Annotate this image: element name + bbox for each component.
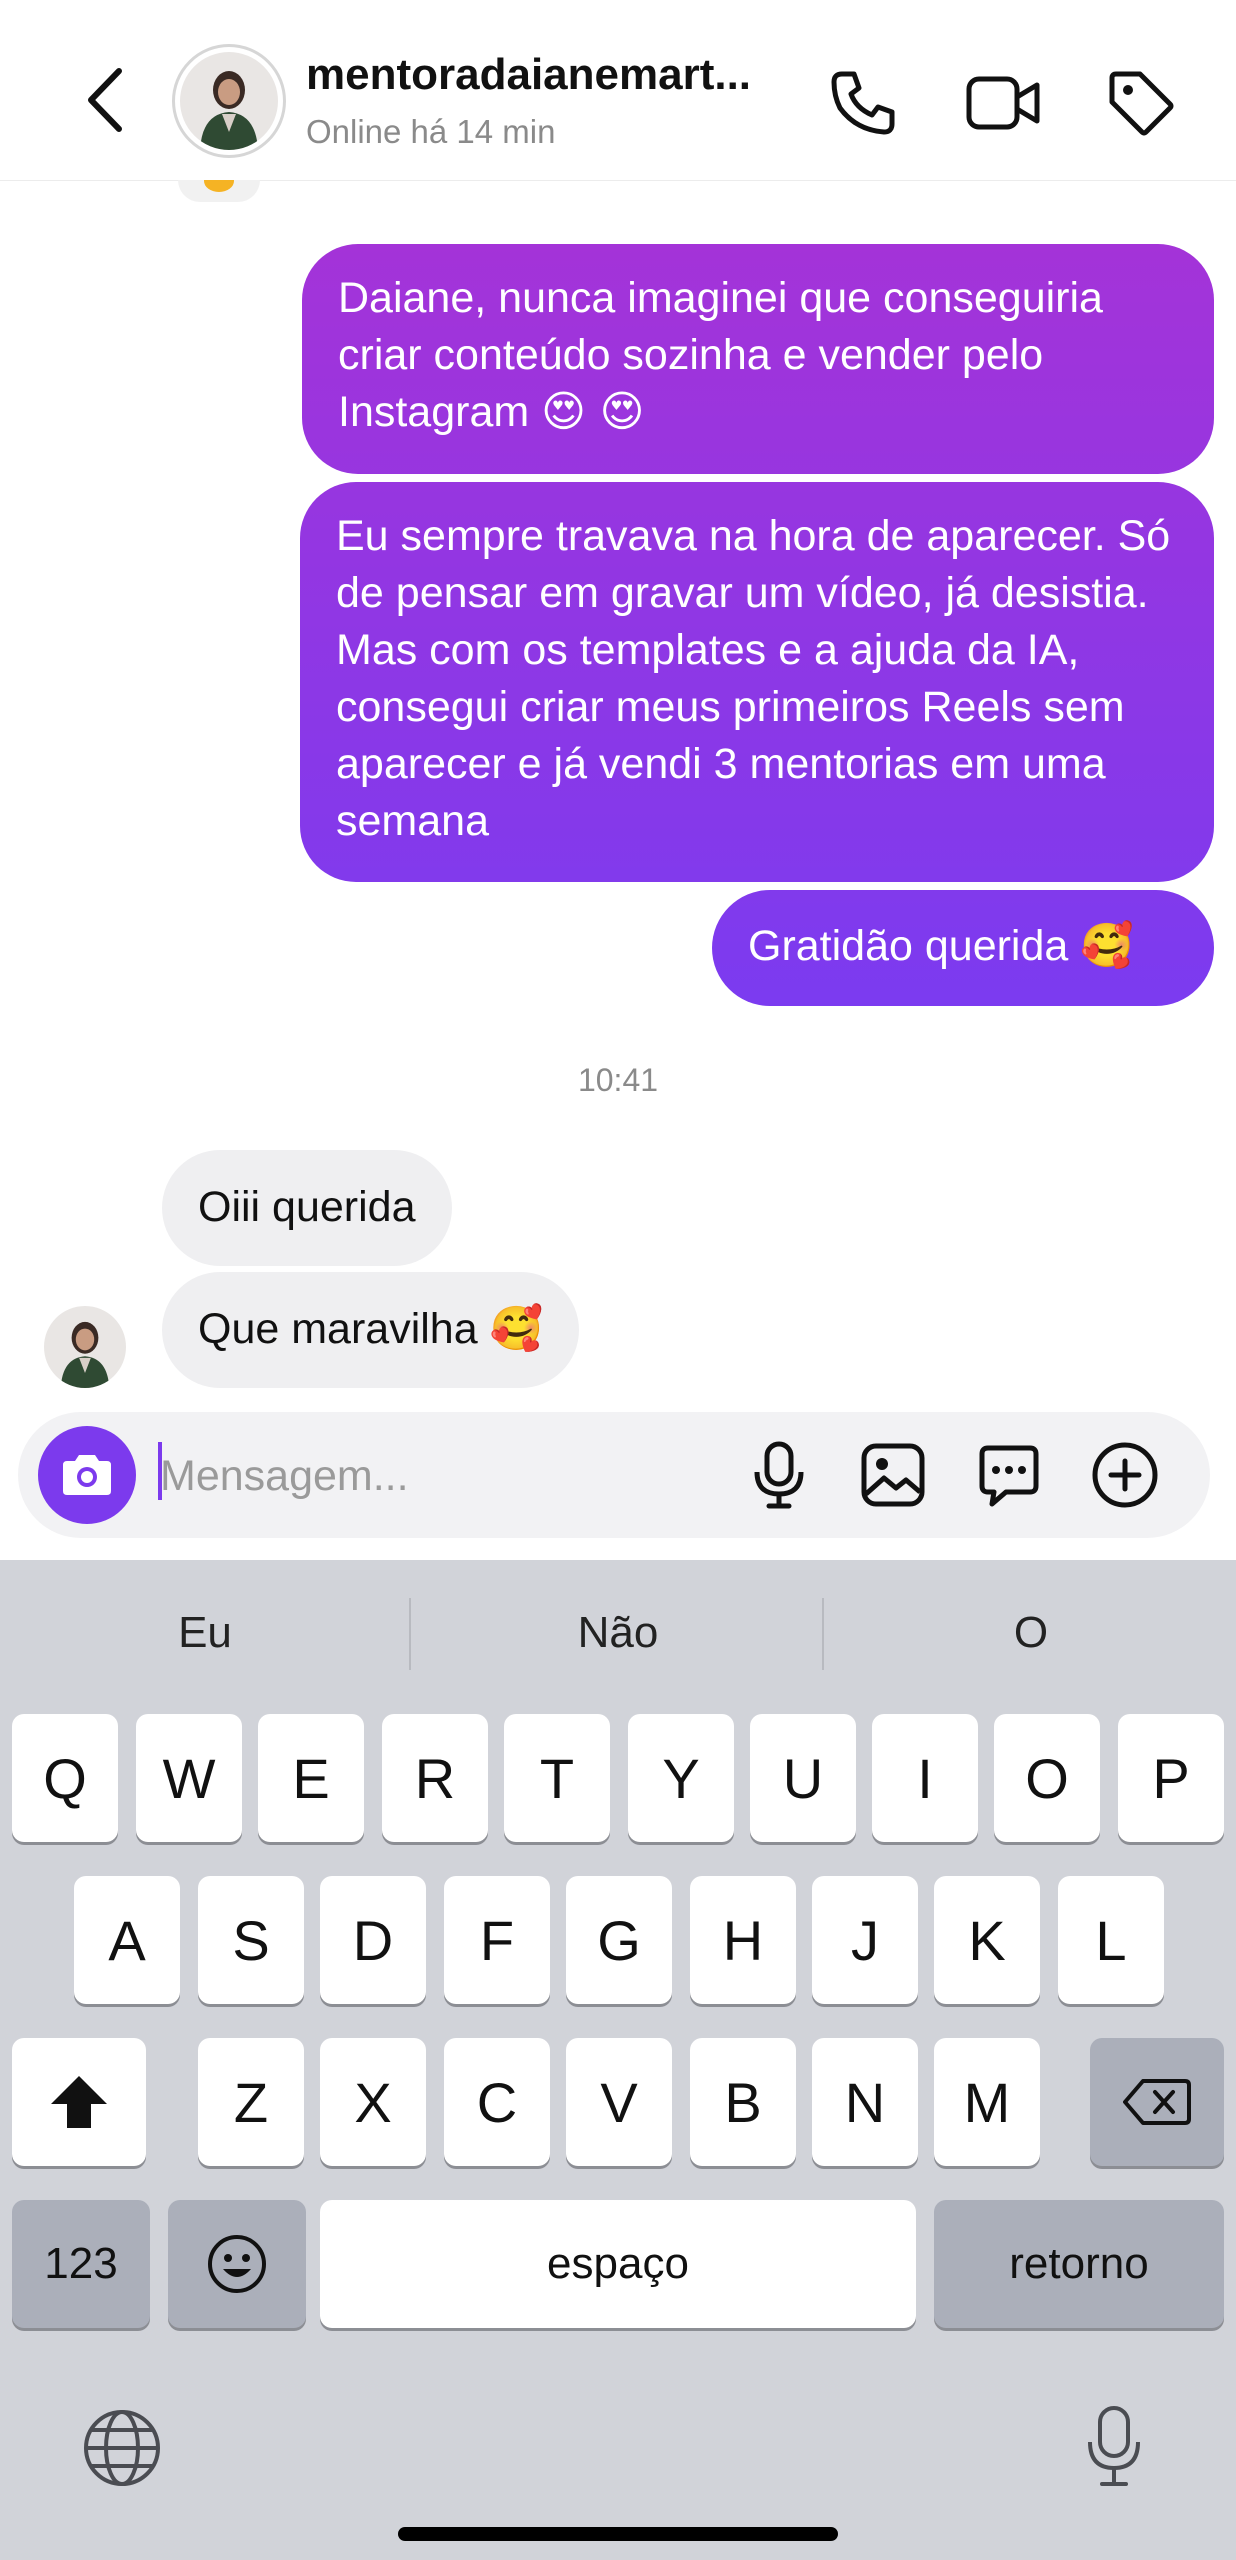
key-z[interactable]: Z: [198, 2038, 304, 2166]
emoji-smiley-icon: [208, 2235, 266, 2293]
key-y[interactable]: Y: [628, 1714, 734, 1842]
message-bubble-in[interactable]: Oiii querida: [162, 1150, 452, 1266]
key-l[interactable]: L: [1058, 1876, 1164, 2004]
chevron-left-icon: [88, 68, 122, 132]
key-a[interactable]: A: [74, 1876, 180, 2004]
suggestion-item[interactable]: Não: [412, 1560, 824, 1706]
microphone-icon: [754, 1441, 804, 1509]
message-text: Daiane, nunca imaginei que conseguiria c…: [338, 274, 1103, 437]
video-camera-icon: [966, 76, 1040, 130]
key-f[interactable]: F: [444, 1876, 550, 2004]
sender-avatar[interactable]: [44, 1306, 126, 1388]
key-w[interactable]: W: [136, 1714, 242, 1842]
key-d[interactable]: D: [320, 1876, 426, 2004]
key-h[interactable]: H: [690, 1876, 796, 2004]
shift-key[interactable]: [12, 2038, 146, 2166]
shift-arrow-icon: [51, 2076, 107, 2128]
message-composer: [18, 1412, 1210, 1538]
contact-username[interactable]: mentoradaianemart...: [306, 50, 751, 100]
back-button[interactable]: [66, 60, 146, 140]
video-call-button[interactable]: [960, 60, 1046, 146]
key-b[interactable]: B: [690, 2038, 796, 2166]
on-screen-keyboard: Eu Não O Q W E R T Y U I O P A S D F G H…: [0, 1560, 1236, 2560]
emoji-key[interactable]: [168, 2200, 306, 2328]
phone-icon: [831, 71, 895, 135]
reaction-badge: [178, 180, 260, 202]
key-n[interactable]: N: [812, 2038, 918, 2166]
key-g[interactable]: G: [566, 1876, 672, 2004]
gallery-button[interactable]: [850, 1432, 936, 1518]
suggestion-item[interactable]: O: [826, 1560, 1236, 1706]
voice-message-button[interactable]: [736, 1432, 822, 1518]
backspace-key[interactable]: [1090, 2038, 1224, 2166]
contact-avatar[interactable]: [172, 44, 286, 158]
message-bubble-in[interactable]: Que maravilha 🥰: [162, 1272, 580, 1388]
globe-icon: [84, 2410, 160, 2486]
message-text: Gratidão querida 🥰: [748, 921, 1134, 971]
message-text: Que maravilha: [198, 1305, 478, 1353]
plus-circle-icon: [1092, 1442, 1158, 1508]
return-key[interactable]: retorno: [934, 2200, 1224, 2328]
camera-icon: [63, 1455, 111, 1495]
microphone-icon: [1088, 2406, 1140, 2486]
image-icon: [861, 1443, 925, 1507]
chat-header: mentoradaianemart... Online há 14 min: [0, 0, 1236, 181]
dictation-button[interactable]: [1068, 2396, 1160, 2496]
key-r[interactable]: R: [382, 1714, 488, 1842]
suggestion-divider: [409, 1598, 411, 1670]
key-q[interactable]: Q: [12, 1714, 118, 1842]
key-o[interactable]: O: [994, 1714, 1100, 1842]
tag-button[interactable]: [1098, 60, 1184, 146]
suggestion-item[interactable]: Eu: [0, 1560, 410, 1706]
sticker-chat-icon: [979, 1445, 1039, 1507]
camera-button[interactable]: [38, 1426, 136, 1524]
text-cursor: [158, 1442, 162, 1500]
key-t[interactable]: T: [504, 1714, 610, 1842]
suggestion-divider: [822, 1598, 824, 1670]
backspace-icon: [1123, 2079, 1191, 2125]
key-x[interactable]: X: [320, 2038, 426, 2166]
key-k[interactable]: K: [934, 1876, 1040, 2004]
key-p[interactable]: P: [1118, 1714, 1224, 1842]
message-timestamp: 10:41: [577, 1062, 659, 1098]
key-i[interactable]: I: [872, 1714, 978, 1842]
key-s[interactable]: S: [198, 1876, 304, 2004]
message-text: Eu sempre travava na hora de aparecer. S…: [336, 512, 1171, 845]
message-text: Oiii querida: [198, 1183, 416, 1231]
key-j[interactable]: J: [812, 1876, 918, 2004]
language-switch-button[interactable]: [76, 2402, 168, 2494]
home-indicator[interactable]: [398, 2527, 838, 2541]
message-input[interactable]: [158, 1434, 722, 1518]
contact-status: Online há 14 min: [306, 113, 556, 150]
key-u[interactable]: U: [750, 1714, 856, 1842]
key-v[interactable]: V: [566, 2038, 672, 2166]
space-key[interactable]: espaço: [320, 2200, 916, 2328]
numbers-key[interactable]: 123: [12, 2200, 150, 2328]
voice-call-button[interactable]: [820, 60, 906, 146]
tag-icon: [1109, 71, 1174, 136]
key-m[interactable]: M: [934, 2038, 1040, 2166]
key-c[interactable]: C: [444, 2038, 550, 2166]
sticker-button[interactable]: [966, 1432, 1052, 1518]
avatar: [180, 52, 278, 150]
more-options-button[interactable]: [1082, 1432, 1168, 1518]
key-e[interactable]: E: [258, 1714, 364, 1842]
